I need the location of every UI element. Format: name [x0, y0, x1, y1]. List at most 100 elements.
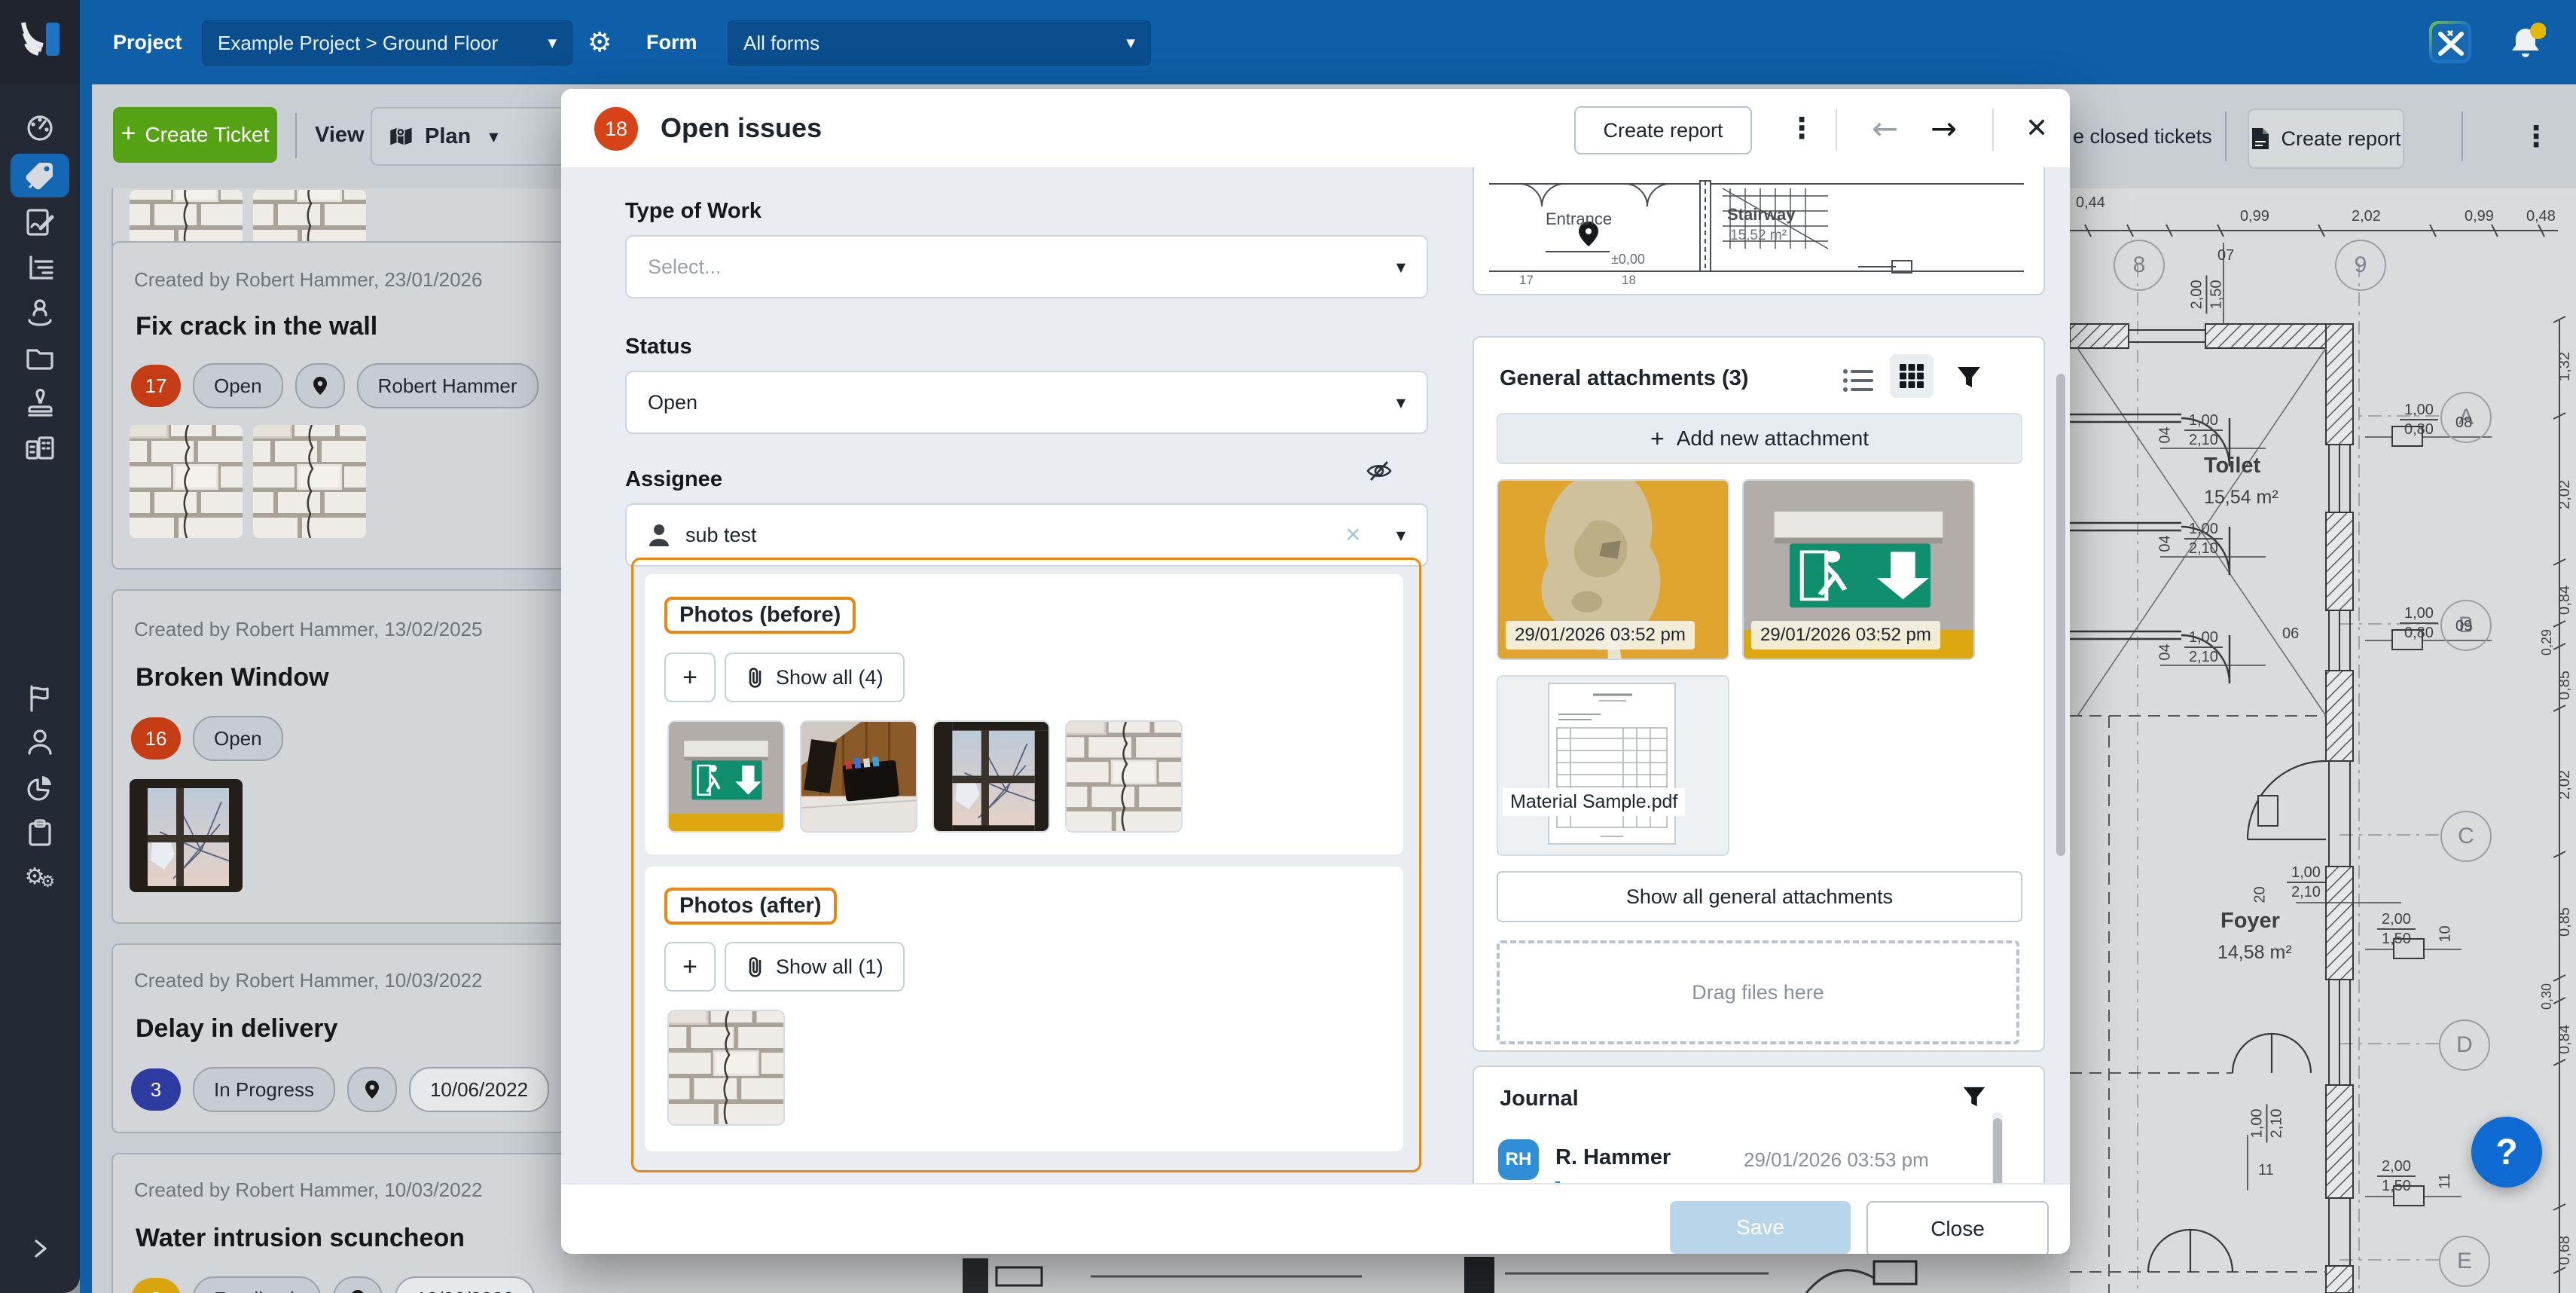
add-photo-after-button[interactable]: +: [664, 942, 716, 992]
clear-assignee-icon[interactable]: ✕: [1344, 524, 1362, 547]
sidebar: ⚙⚙: [0, 84, 80, 1293]
close-button[interactable]: Close: [1866, 1201, 2049, 1254]
journal-filter-funnel-icon[interactable]: [1962, 1085, 1986, 1109]
location-chip[interactable]: [295, 363, 345, 408]
help-button[interactable]: ?: [2471, 1117, 2542, 1188]
location-chip[interactable]: [333, 1276, 383, 1293]
show-all-after-button[interactable]: Show all (1): [725, 942, 905, 992]
sidebar-item-projects[interactable]: [11, 426, 69, 470]
plus-icon: +: [1650, 425, 1665, 453]
show-all-before-button[interactable]: Show all (4): [725, 653, 905, 702]
type-of-work-select[interactable]: Select... ▼: [625, 235, 1428, 298]
create-ticket-button[interactable]: + Create Ticket: [113, 107, 277, 163]
photos-before-label: Photos (before): [664, 597, 856, 634]
ticket-card[interactable]: Created by Robert Hammer, 10/03/2022 Wat…: [111, 1153, 566, 1293]
ticket-card[interactable]: Created by Robert Hammer, 10/03/2022 Del…: [111, 943, 566, 1133]
photo-after-brick-wall[interactable]: [667, 1010, 785, 1126]
eye-off-icon[interactable]: [1366, 460, 1393, 482]
room-area-foyer: 14,58 m²: [2217, 942, 2292, 964]
mini-plan-mark: 18: [1622, 273, 1636, 288]
location-pin-icon: [350, 1289, 365, 1293]
person-icon: [648, 523, 670, 547]
form-select[interactable]: All forms ▼: [728, 20, 1151, 66]
add-photo-before-button[interactable]: +: [664, 653, 716, 702]
sidebar-item-contacts[interactable]: [11, 720, 69, 764]
attachment-timestamp: 29/01/2026 03:52 pm: [1506, 621, 1695, 650]
dim-label: 2,02: [2352, 208, 2381, 225]
sidebar-item-plans[interactable]: [11, 200, 69, 244]
person-icon: [22, 724, 58, 760]
ticket-plan-thumbnail-card[interactable]: Entrance ±0,00 Stairway 15,52 m² 17 18: [1473, 167, 2045, 295]
project-settings-gear-icon[interactable]: ⚙: [588, 0, 612, 84]
sidebar-item-statistics[interactable]: [11, 246, 69, 289]
photo-before-exit-sign[interactable]: [667, 720, 785, 833]
close-icon[interactable]: ✕: [2025, 89, 2048, 167]
pdf-file-name: Material Sample.pdf: [1503, 788, 1685, 816]
paperclip-icon: [746, 666, 765, 689]
create-report-button-bg[interactable]: Create report: [2248, 109, 2404, 169]
filter-funnel-icon[interactable]: [1956, 365, 1982, 390]
sidebar-item-dashboard[interactable]: [11, 105, 69, 149]
sidebar-item-tasks[interactable]: [11, 811, 69, 854]
sidebar-item-tickets[interactable]: [11, 154, 69, 197]
list-view-icon[interactable]: [1843, 368, 1873, 393]
attachment-photo-torn-plaster[interactable]: 29/01/2026 03:52 pm: [1497, 479, 1729, 660]
save-button-disabled[interactable]: Save: [1670, 1201, 1851, 1254]
ticket-creator: Created by Robert Hammer, 23/01/2026: [134, 268, 482, 292]
status-select[interactable]: Open ▼: [625, 371, 1428, 434]
room-label-foyer: Foyer: [2220, 909, 2280, 934]
create-report-button[interactable]: Create report: [1574, 106, 1752, 154]
kebab-menu-icon[interactable]: ⋮: [2522, 84, 2550, 188]
location-pin-icon: [313, 376, 328, 396]
location-chip[interactable]: [347, 1067, 397, 1112]
ticket-photo-brick[interactable]: [130, 425, 243, 538]
project-select[interactable]: Example Project > Ground Floor ▼: [202, 20, 572, 66]
show-all-attachments-button[interactable]: Show all general attachments: [1497, 871, 2022, 922]
journal-author: R. Hammer: [1555, 1145, 1671, 1170]
ticket-title: Broken Window: [136, 663, 329, 692]
add-new-attachment-button[interactable]: + Add new attachment: [1497, 413, 2022, 464]
photo-before-toolbox[interactable]: [800, 720, 917, 833]
grid-view-toggle-active[interactable]: [1890, 354, 1934, 398]
sidebar-item-resources[interactable]: [11, 289, 69, 333]
modal-scrollbar-thumb[interactable]: [2056, 374, 2065, 856]
app-root: Project Example Project > Ground Floor ▼…: [0, 0, 2576, 1293]
journal-timestamp: 29/01/2026 03:53 pm: [1744, 1148, 1929, 1172]
ticket-tag-icon: [22, 157, 58, 194]
ticket-card[interactable]: Created by Robert Hammer, 13/02/2025 Bro…: [111, 589, 566, 924]
document-edit-icon: [22, 204, 58, 240]
chevron-down-icon: ▼: [530, 36, 557, 50]
ticket-card[interactable]: Created by Robert Hammer, 23/01/2026 Fix…: [111, 241, 566, 570]
dim-label: 0,68: [2556, 1236, 2574, 1265]
notifications-bell-icon[interactable]: [2505, 23, 2546, 63]
sidebar-item-flags[interactable]: [11, 677, 69, 720]
paperclip-icon: [746, 955, 765, 978]
sidebar-item-reports[interactable]: [11, 766, 69, 809]
clipboard-icon: [22, 815, 58, 851]
plan-strip-drawing: [563, 1254, 2070, 1293]
photo-before-broken-window[interactable]: [932, 720, 1050, 833]
app-switcher-icon[interactable]: [2428, 20, 2472, 64]
drag-files-dropzone[interactable]: Drag files here: [1497, 940, 2019, 1044]
sidebar-item-settings[interactable]: ⚙⚙: [11, 854, 69, 898]
grid-bubble-C: C: [2440, 811, 2492, 862]
dim-label: 2,02: [2556, 480, 2574, 509]
ticket-photo-window[interactable]: [130, 779, 243, 892]
photo-before-brick-wall[interactable]: [1065, 720, 1183, 833]
attachment-photo-exit-sign[interactable]: 29/01/2026 03:52 pm: [1742, 479, 1975, 660]
dim-label: 0,30: [2539, 983, 2555, 1010]
sidebar-collapse-toggle[interactable]: [11, 1227, 69, 1270]
previous-ticket-arrow-icon[interactable]: ←: [1872, 89, 1898, 167]
kebab-menu-icon[interactable]: ⋮: [1787, 89, 1816, 167]
dim-label: 0,29: [2539, 629, 2555, 656]
sidebar-item-approvals[interactable]: [11, 381, 69, 425]
plus-icon: +: [682, 663, 697, 692]
closed-tickets-label: e closed tickets: [2073, 84, 2212, 188]
ticket-list[interactable]: Created by Robert Hammer, 23/01/2026 Fix…: [92, 188, 589, 1293]
ticket-photo-brick[interactable]: [253, 425, 366, 538]
room-label-toilet: Toilet: [2204, 454, 2260, 478]
next-ticket-arrow-icon[interactable]: →: [1930, 89, 1957, 167]
attachment-pdf-tile[interactable]: Material Sample.pdf: [1497, 675, 1729, 856]
sidebar-item-documents[interactable]: [11, 336, 69, 380]
ticket-creator: Created by Robert Hammer, 13/02/2025: [134, 618, 482, 641]
